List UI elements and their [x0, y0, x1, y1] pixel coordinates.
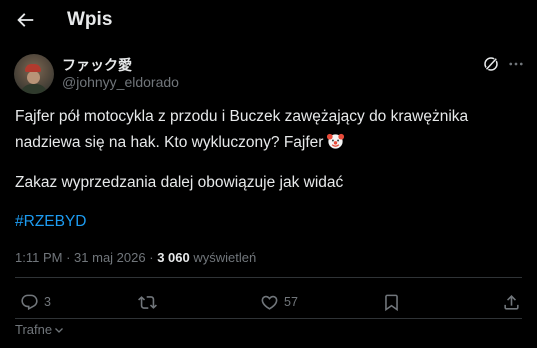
bookmark-button[interactable] — [382, 291, 401, 313]
tweet-text-line-2: nadziewa się na hak. Kto wykluczony? Faj… — [15, 131, 345, 152]
tweet-text-line-1: Fajfer pół motocykla z przodu i Buczek z… — [15, 108, 469, 125]
avatar[interactable] — [14, 54, 54, 94]
like-button[interactable]: 57 — [260, 291, 298, 313]
repost-button[interactable] — [138, 291, 157, 313]
divider — [15, 277, 522, 278]
heart-icon — [261, 295, 278, 310]
top-bar: Wpis — [0, 0, 537, 42]
share-icon — [504, 294, 519, 310]
author-handle[interactable]: @johnyy_eldorado — [62, 74, 179, 90]
chevron-down-icon — [55, 327, 64, 333]
clown-face-icon — [327, 133, 345, 149]
meta-separator-2: · — [149, 250, 154, 265]
more-options-icon[interactable] — [507, 55, 525, 73]
tweet-meta: 1:11 PM · 31 maj 2026 · 3 060 wyświetleń — [15, 250, 256, 265]
arrow-left-icon[interactable] — [14, 9, 36, 31]
reply-icon — [21, 294, 38, 310]
hashtag-link[interactable]: #RZEBYD — [15, 213, 87, 231]
author-display-name[interactable]: ファック愛 — [62, 55, 132, 75]
share-button[interactable] — [502, 291, 521, 313]
divider-2 — [15, 318, 522, 319]
grok-icon[interactable] — [482, 55, 500, 73]
tweet-text-line-3: Zakaz wyprzedzania dalej obowiązuje jak … — [15, 174, 344, 191]
tweet-date[interactable]: 31 maj 2026 — [74, 250, 146, 265]
views-label: wyświetleń — [193, 250, 257, 265]
tweet-text-line-2-text: nadziewa się na hak. Kto wykluczony? Faj… — [15, 134, 324, 151]
reply-button[interactable]: 3 — [20, 291, 51, 313]
meta-separator: · — [66, 250, 71, 265]
tweet-time[interactable]: 1:11 PM — [15, 250, 62, 265]
reply-count: 3 — [44, 295, 51, 309]
page-title: Wpis — [67, 9, 113, 30]
sort-label: Trafne — [15, 322, 53, 337]
bookmark-icon — [385, 294, 398, 311]
views-count: 3 060 — [157, 250, 190, 265]
repost-icon — [138, 295, 157, 309]
like-count: 57 — [284, 295, 298, 309]
reply-sort-dropdown[interactable]: Trafne — [15, 322, 64, 337]
